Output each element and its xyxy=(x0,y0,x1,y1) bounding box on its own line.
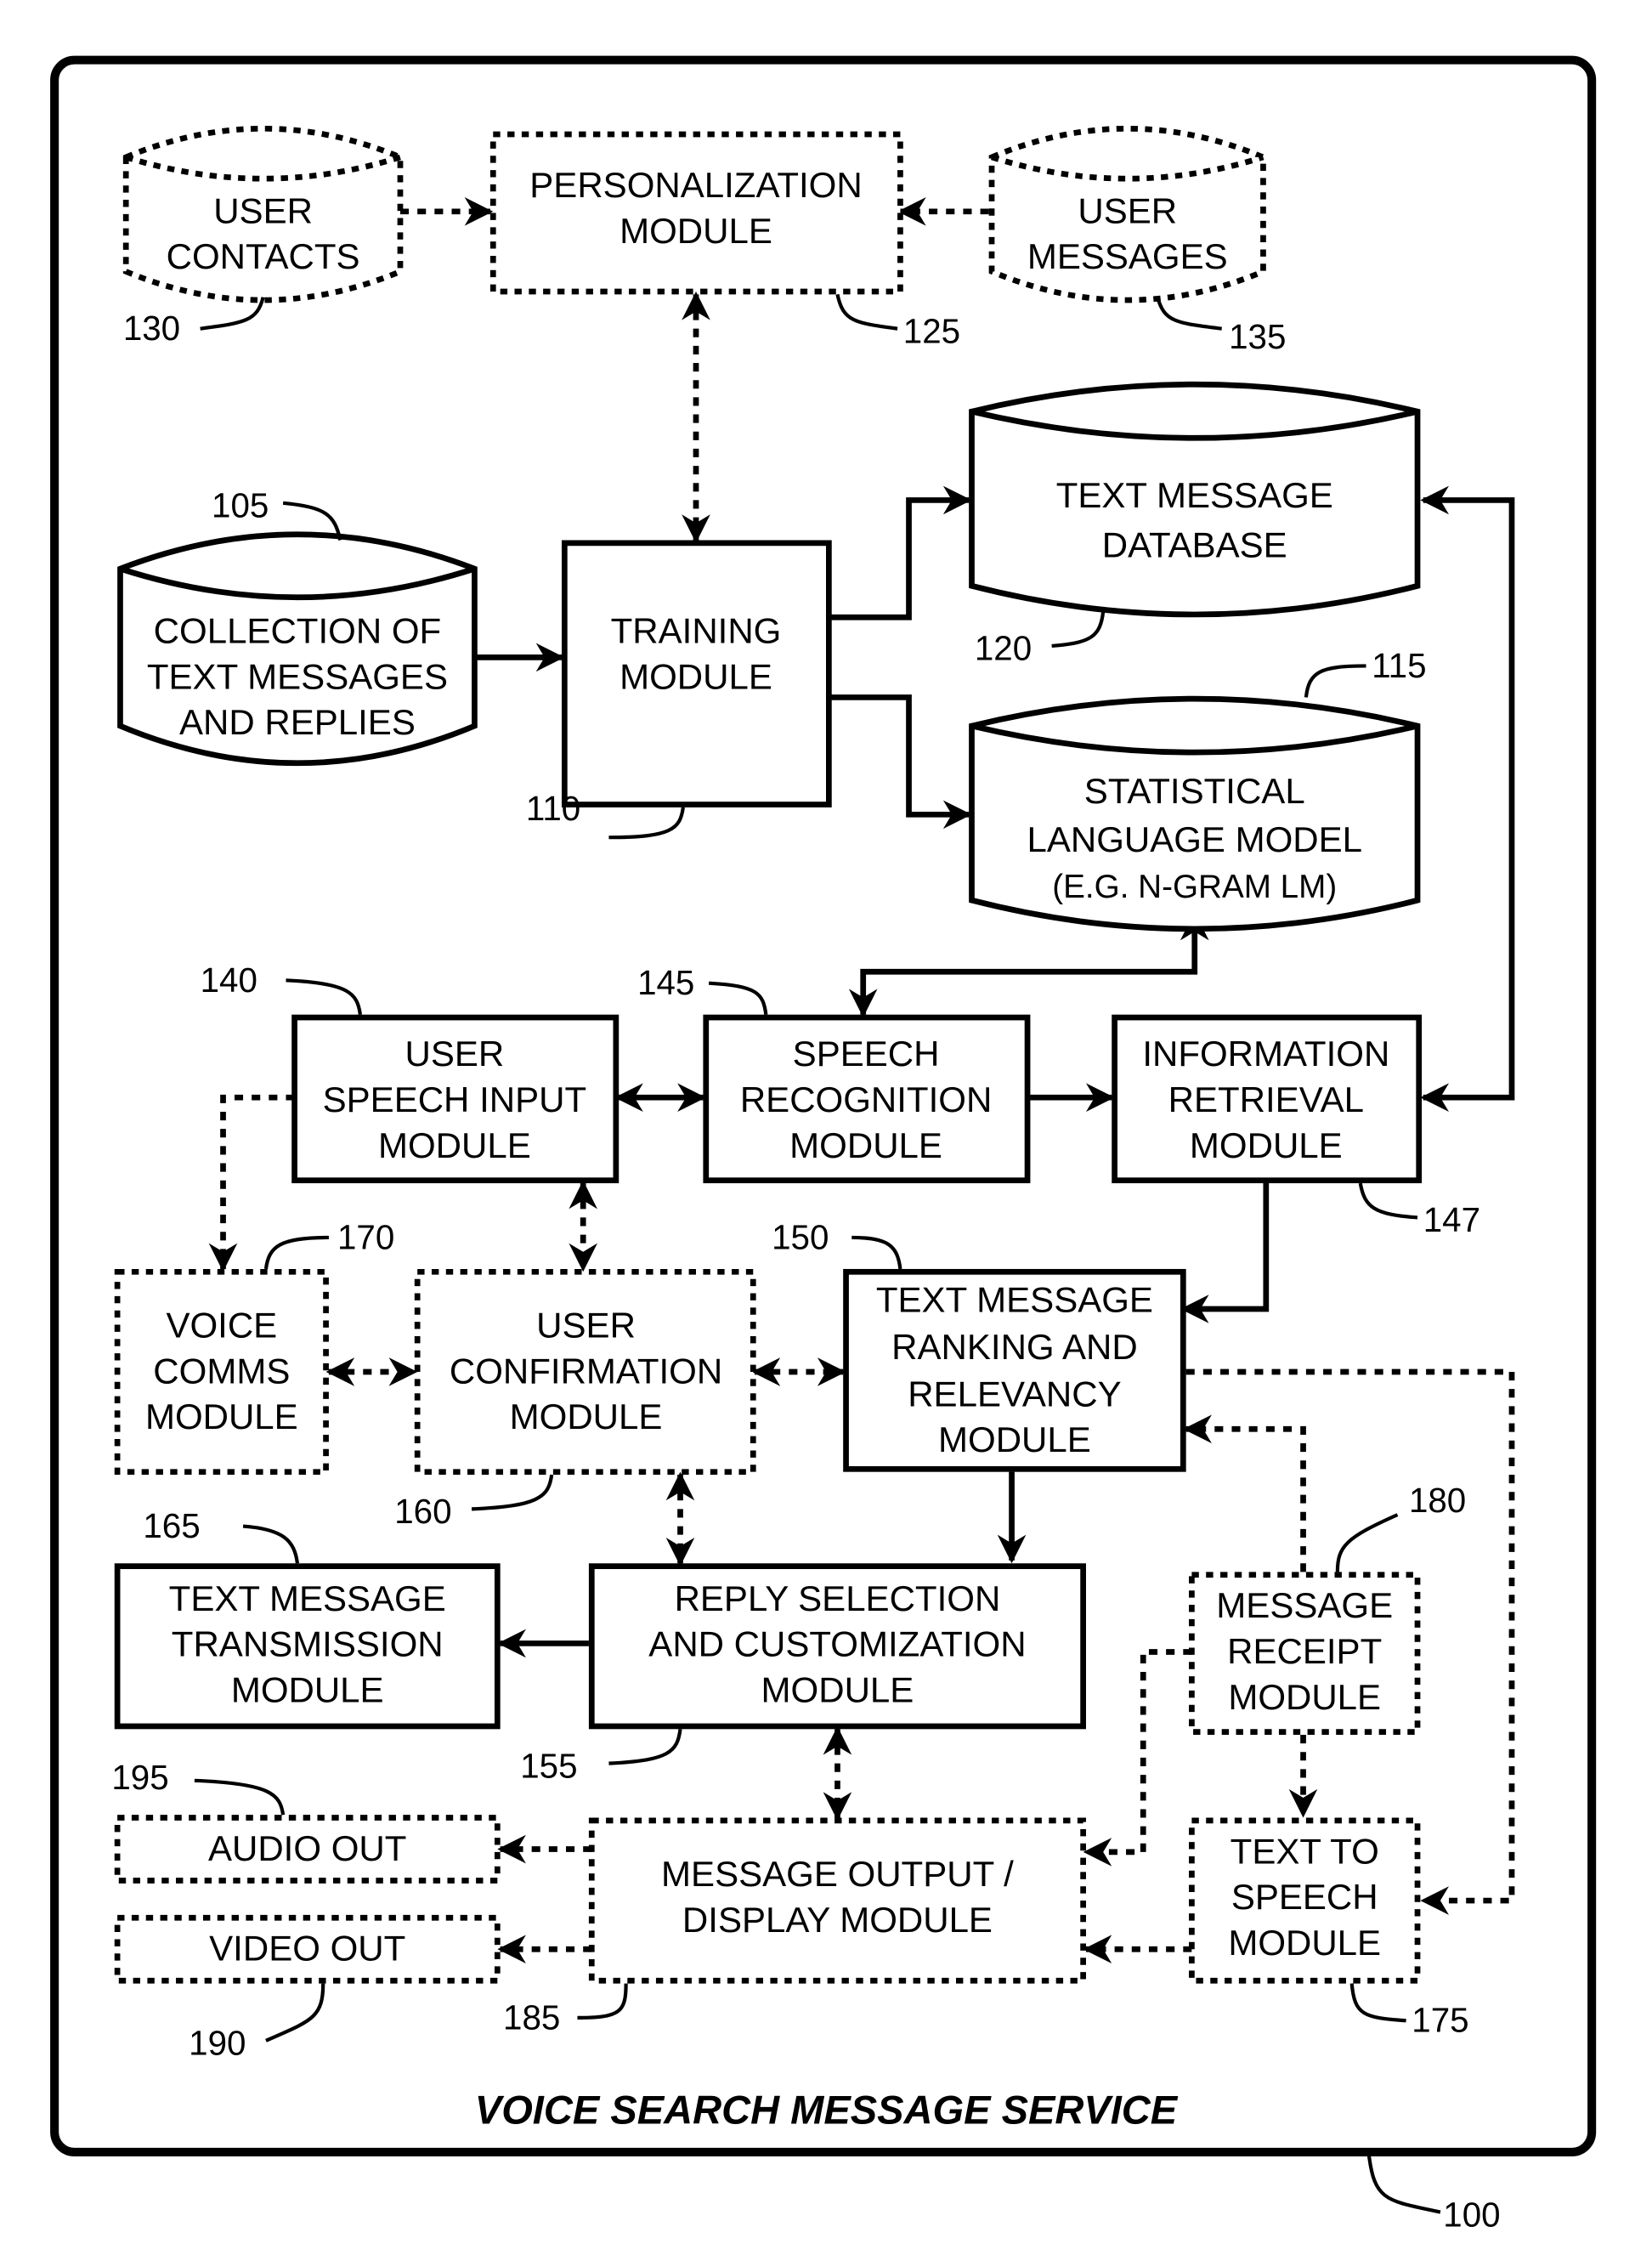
svg-text:AND REPLIES: AND REPLIES xyxy=(179,702,416,742)
svg-text:TRANSMISSION: TRANSMISSION xyxy=(172,1624,444,1664)
ref-147: 147 xyxy=(1423,1200,1480,1239)
svg-text:TRAINING: TRAINING xyxy=(611,611,782,651)
svg-text:TEXT MESSAGES: TEXT MESSAGES xyxy=(147,656,448,696)
svg-text:COMMS: COMMS xyxy=(153,1351,290,1391)
ref-150: 150 xyxy=(772,1217,829,1256)
svg-text:SPEECH: SPEECH xyxy=(793,1034,940,1074)
ref-180: 180 xyxy=(1409,1481,1466,1520)
svg-text:VIDEO OUT: VIDEO OUT xyxy=(209,1929,405,1969)
svg-text:SPEECH INPUT: SPEECH INPUT xyxy=(323,1079,587,1119)
svg-text:MODULE: MODULE xyxy=(789,1125,942,1165)
ref-125: 125 xyxy=(903,311,960,350)
ref-155: 155 xyxy=(520,1746,577,1785)
ref-190: 190 xyxy=(189,2024,246,2063)
ref-145: 145 xyxy=(637,963,694,1002)
svg-text:RECEIPT: RECEIPT xyxy=(1227,1631,1382,1671)
ref-135: 135 xyxy=(1229,317,1286,356)
svg-text:RECOGNITION: RECOGNITION xyxy=(740,1079,992,1119)
ref-130: 130 xyxy=(123,309,180,348)
svg-text:MODULE: MODULE xyxy=(1190,1125,1343,1165)
svg-text:USER: USER xyxy=(1078,190,1177,230)
svg-text:SPEECH: SPEECH xyxy=(1231,1877,1378,1917)
ref-115: 115 xyxy=(1372,646,1426,685)
leader-100 xyxy=(1366,2155,1441,2214)
ref-105: 105 xyxy=(212,486,269,525)
svg-text:TEXT MESSAGE: TEXT MESSAGE xyxy=(876,1279,1153,1319)
svg-text:TEXT MESSAGE: TEXT MESSAGE xyxy=(1056,475,1333,515)
ref-120: 120 xyxy=(975,629,1032,668)
svg-text:MODULE: MODULE xyxy=(378,1125,531,1165)
svg-text:MODULE: MODULE xyxy=(510,1397,663,1436)
svg-text:TEXT MESSAGE: TEXT MESSAGE xyxy=(169,1578,446,1618)
svg-text:MODULE: MODULE xyxy=(145,1397,298,1436)
svg-text:STATISTICAL: STATISTICAL xyxy=(1084,771,1305,811)
svg-text:RETRIEVAL: RETRIEVAL xyxy=(1168,1079,1364,1119)
svg-text:MODULE: MODULE xyxy=(761,1669,914,1709)
svg-text:AND CUSTOMIZATION: AND CUSTOMIZATION xyxy=(648,1624,1026,1664)
svg-text:(E.G. N-GRAM LM): (E.G. N-GRAM LM) xyxy=(1052,869,1337,905)
svg-text:MODULE: MODULE xyxy=(620,656,772,696)
svg-text:TEXT TO: TEXT TO xyxy=(1231,1831,1379,1871)
svg-text:REPLY SELECTION: REPLY SELECTION xyxy=(675,1578,1001,1618)
svg-text:COLLECTION OF: COLLECTION OF xyxy=(154,611,442,651)
svg-text:MODULE: MODULE xyxy=(620,211,772,251)
ref-170: 170 xyxy=(337,1217,394,1256)
svg-text:MESSAGE: MESSAGE xyxy=(1216,1585,1393,1625)
svg-text:RELEVANCY: RELEVANCY xyxy=(908,1374,1121,1414)
svg-text:MESSAGE OUTPUT /: MESSAGE OUTPUT / xyxy=(661,1854,1014,1894)
node-training: TRAINING MODULE 110 xyxy=(526,540,832,840)
svg-text:RANKING AND: RANKING AND xyxy=(891,1327,1138,1367)
svg-text:AUDIO OUT: AUDIO OUT xyxy=(208,1828,406,1868)
svg-text:DATABASE: DATABASE xyxy=(1102,525,1287,565)
svg-text:VOICE: VOICE xyxy=(166,1306,277,1346)
svg-text:INFORMATION: INFORMATION xyxy=(1142,1034,1389,1074)
svg-text:USER: USER xyxy=(536,1306,636,1346)
ref-195: 195 xyxy=(111,1758,168,1797)
system-title: VOICE SEARCH MESSAGE SERVICE xyxy=(475,2087,1179,2132)
svg-text:CONTACTS: CONTACTS xyxy=(167,236,360,276)
svg-text:USER: USER xyxy=(213,190,313,230)
ref-160: 160 xyxy=(394,1492,451,1531)
svg-text:CONFIRMATION: CONFIRMATION xyxy=(450,1351,722,1391)
ref-110: 110 xyxy=(526,789,580,828)
ref-100: 100 xyxy=(1443,2195,1500,2234)
svg-text:MODULE: MODULE xyxy=(938,1419,1091,1459)
svg-text:LANGUAGE MODEL: LANGUAGE MODEL xyxy=(1027,819,1362,859)
ref-165: 165 xyxy=(143,1506,200,1545)
svg-text:PERSONALIZATION: PERSONALIZATION xyxy=(529,165,862,205)
svg-text:MESSAGES: MESSAGES xyxy=(1027,236,1228,276)
ref-175: 175 xyxy=(1412,2001,1468,2040)
svg-text:DISPLAY MODULE: DISPLAY MODULE xyxy=(682,1900,993,1940)
svg-text:MODULE: MODULE xyxy=(231,1669,384,1709)
svg-text:USER: USER xyxy=(405,1034,505,1074)
ref-140: 140 xyxy=(201,960,257,1000)
svg-text:MODULE: MODULE xyxy=(1228,1923,1381,1963)
voice-search-diagram: VOICE SEARCH MESSAGE SERVICE 100 USER CO… xyxy=(50,55,1597,2234)
ref-185: 185 xyxy=(503,1997,560,2037)
svg-text:MODULE: MODULE xyxy=(1228,1677,1381,1717)
